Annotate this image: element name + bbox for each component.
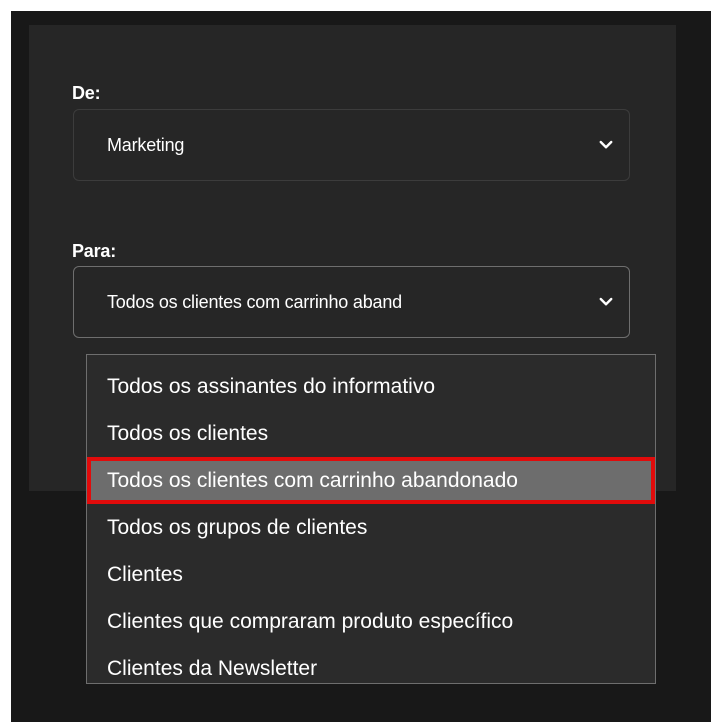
dropdown-option-customer-groups[interactable]: Todos os grupos de clientes bbox=[87, 504, 655, 551]
chevron-down-icon bbox=[599, 297, 613, 306]
dropdown-option-newsletter-subscribers[interactable]: Todos os assinantes do informativo bbox=[87, 363, 655, 410]
dropdown-option-product-buyers[interactable]: Clientes que compraram produto específic… bbox=[87, 598, 655, 645]
dropdown-option-all-customers[interactable]: Todos os clientes bbox=[87, 410, 655, 457]
dropdown-option-customers[interactable]: Clientes bbox=[87, 551, 655, 598]
from-label: De: bbox=[72, 83, 101, 103]
to-label: Para: bbox=[72, 241, 117, 261]
to-select-value: Todos os clientes com carrinho aband bbox=[107, 292, 402, 312]
from-select[interactable]: Marketing bbox=[73, 109, 630, 181]
dropdown-option-abandoned-cart[interactable]: Todos os clientes com carrinho abandonad… bbox=[87, 457, 655, 504]
dropdown-option-newsletter[interactable]: Clientes da Newsletter bbox=[87, 645, 655, 692]
from-select-value: Marketing bbox=[107, 135, 185, 155]
to-dropdown-list: Todos os assinantes do informativo Todos… bbox=[86, 354, 656, 684]
chevron-down-icon bbox=[599, 140, 613, 149]
to-select[interactable]: Todos os clientes com carrinho aband bbox=[73, 266, 630, 338]
